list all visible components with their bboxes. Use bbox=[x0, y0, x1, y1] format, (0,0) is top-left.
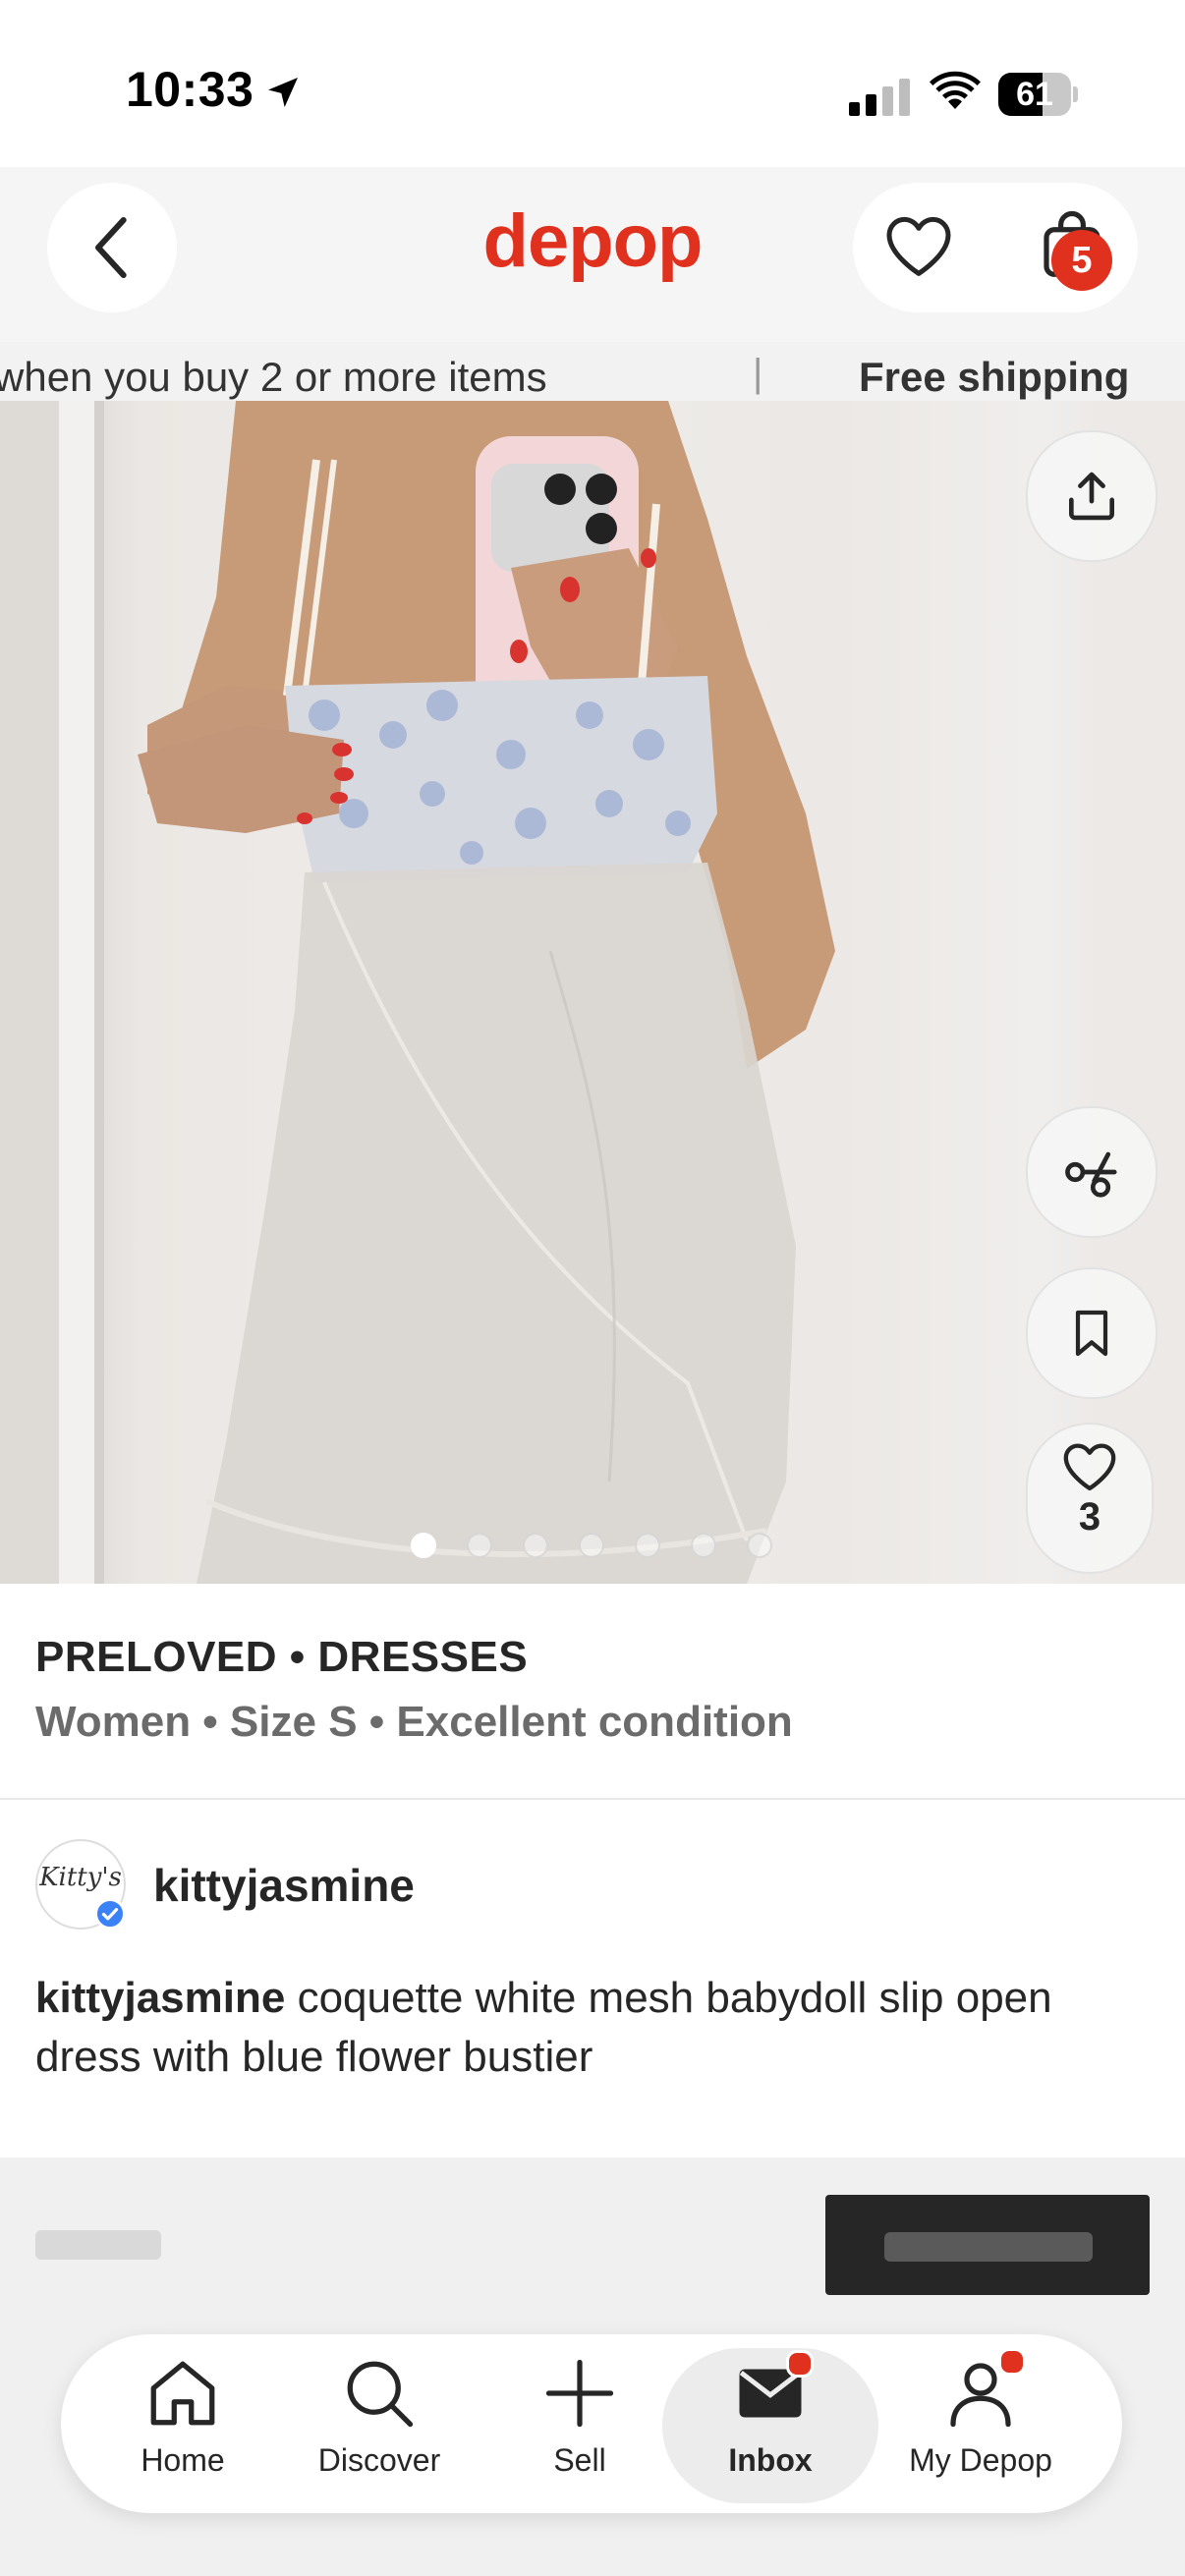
promo-highlight: Free shipping bbox=[859, 354, 1130, 400]
home-icon bbox=[150, 2361, 215, 2426]
avatar-logo-text: Kitty's bbox=[39, 1863, 122, 1892]
style-match-button[interactable] bbox=[1026, 1106, 1157, 1238]
photo-pagination[interactable] bbox=[411, 1533, 772, 1558]
heart-icon bbox=[1063, 1443, 1116, 1491]
pagination-dot[interactable] bbox=[467, 1533, 492, 1558]
wifi-icon bbox=[930, 71, 981, 109]
status-time: 10:33 bbox=[126, 62, 254, 117]
tab-home-label: Home bbox=[141, 2442, 225, 2478]
divider bbox=[0, 1798, 1185, 1800]
product-attributes: Women • Size S • Excellent condition bbox=[35, 1698, 793, 1746]
tab-inbox[interactable]: Inbox bbox=[672, 2352, 869, 2499]
save-button[interactable] bbox=[1026, 1267, 1157, 1399]
product-category[interactable]: PRELOVED • DRESSES bbox=[35, 1633, 528, 1682]
battery-indicator: 61 bbox=[998, 73, 1078, 116]
tab-home[interactable]: Home bbox=[85, 2352, 281, 2499]
promo-text: when you buy 2 or more items bbox=[0, 354, 547, 400]
plus-icon bbox=[545, 2359, 614, 2428]
tab-discover-label: Discover bbox=[317, 2442, 441, 2478]
like-count: 3 bbox=[1078, 1495, 1101, 1539]
tab-sell-label: Sell bbox=[553, 2442, 606, 2478]
verified-badge-icon bbox=[94, 1898, 126, 1930]
like-button[interactable]: 3 bbox=[1026, 1423, 1154, 1574]
product-description: kittyjasmine coquette white mesh babydol… bbox=[35, 1969, 1146, 2087]
description-username[interactable]: kittyjasmine bbox=[35, 1974, 285, 2022]
inbox-notification-dot bbox=[786, 2350, 814, 2378]
bookmark-icon bbox=[1075, 1310, 1108, 1357]
buy-button-label-placeholder bbox=[884, 2232, 1093, 2262]
bag-count-badge: 5 bbox=[1051, 230, 1112, 291]
pagination-dot[interactable] bbox=[635, 1533, 660, 1558]
pagination-dot[interactable] bbox=[691, 1533, 716, 1558]
product-photo-illustration bbox=[0, 401, 1185, 1584]
tab-my-depop-label: My Depop bbox=[909, 2442, 1052, 2478]
search-icon bbox=[347, 2361, 414, 2428]
share-button[interactable] bbox=[1026, 430, 1157, 562]
tab-my-depop[interactable]: My Depop bbox=[882, 2352, 1079, 2499]
tab-inbox-label: Inbox bbox=[728, 2442, 813, 2478]
profile-notification-dot bbox=[998, 2348, 1026, 2376]
tab-sell[interactable]: Sell bbox=[481, 2352, 678, 2499]
cellular-signal-icon bbox=[849, 79, 910, 116]
promo-separator: | bbox=[753, 352, 763, 395]
tab-discover[interactable]: Discover bbox=[281, 2352, 478, 2499]
heart-icon[interactable] bbox=[878, 206, 959, 285]
product-photo[interactable] bbox=[0, 401, 1185, 1584]
share-icon bbox=[1069, 472, 1114, 521]
location-arrow-icon bbox=[268, 78, 298, 107]
scissors-icon bbox=[1065, 1151, 1117, 1198]
pagination-dot[interactable] bbox=[579, 1533, 604, 1558]
battery-level: 61 bbox=[1016, 76, 1053, 113]
pagination-dot[interactable] bbox=[411, 1533, 436, 1558]
pagination-dot[interactable] bbox=[747, 1533, 772, 1558]
seller-username[interactable]: kittyjasmine bbox=[153, 1859, 415, 1912]
promo-ticker[interactable]: when you buy 2 or more items | Free ship… bbox=[0, 342, 1185, 401]
price-placeholder bbox=[35, 2230, 161, 2260]
pagination-dot[interactable] bbox=[523, 1533, 548, 1558]
